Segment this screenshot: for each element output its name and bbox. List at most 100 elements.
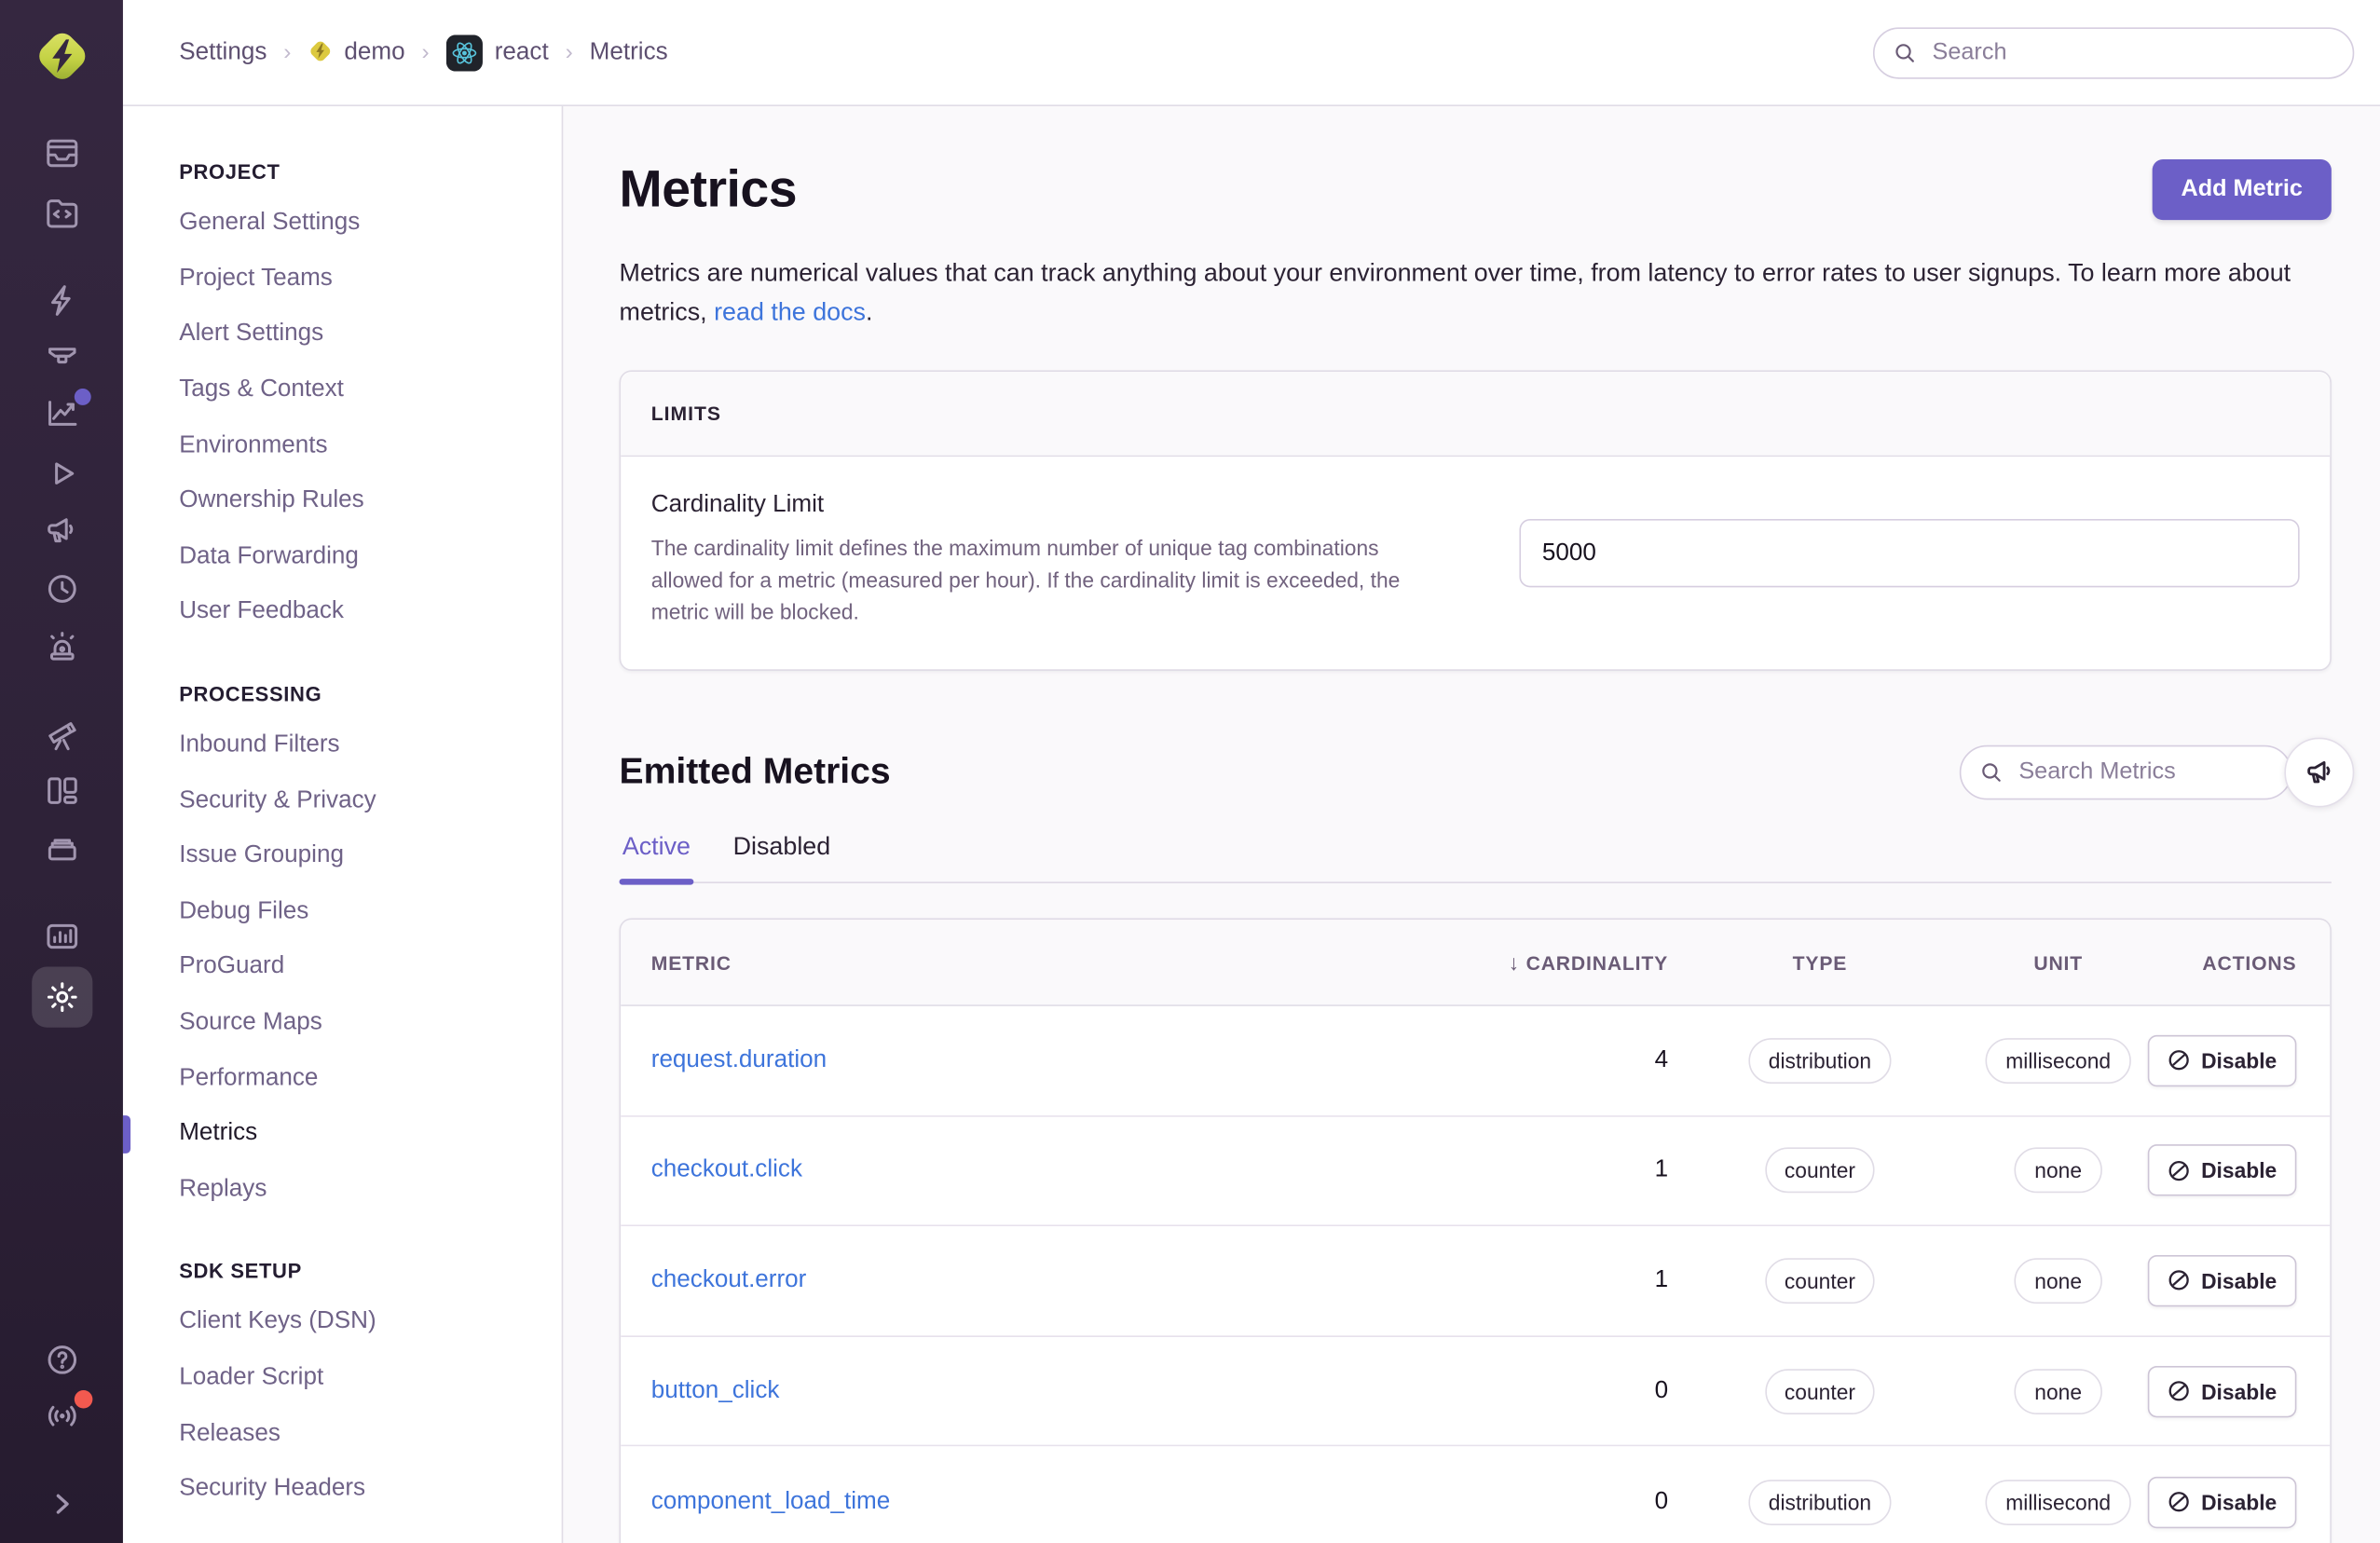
breadcrumb-org-label: demo — [344, 38, 405, 65]
settings-nav-item[interactable]: General Settings — [179, 196, 531, 252]
unit-badge: millisecond — [1986, 1479, 2131, 1525]
replays-play-icon[interactable] — [42, 454, 81, 493]
dashboards-icon[interactable] — [42, 771, 81, 810]
settings-nav-item[interactable]: Client Keys (DSN) — [179, 1295, 531, 1351]
breadcrumb-org[interactable]: demo — [308, 36, 405, 68]
breadcrumb-project[interactable]: react — [445, 34, 549, 71]
settings-nav-item[interactable]: Replays — [179, 1162, 531, 1218]
settings-nav-item[interactable]: Data Forwarding — [179, 529, 531, 585]
type-badge: counter — [1764, 1258, 1876, 1304]
settings-nav-item[interactable]: Loader Script — [179, 1350, 531, 1406]
metric-link[interactable]: checkout.click — [651, 1157, 802, 1183]
settings-nav-item[interactable]: Environments — [179, 418, 531, 474]
tab[interactable]: Disabled — [730, 833, 833, 881]
col-header-cardinality[interactable]: ↓ CARDINALITY — [1456, 950, 1668, 975]
settings-nav-item[interactable]: User Feedback — [179, 584, 531, 640]
breadcrumb: Settings › demo › react › Metrics — [179, 34, 668, 71]
disable-icon — [2168, 1271, 2190, 1291]
tab[interactable]: Active — [619, 833, 694, 885]
issues-icon[interactable] — [42, 133, 81, 172]
platform-diamond-icon — [308, 36, 332, 68]
metrics-search[interactable] — [1959, 744, 2292, 800]
metrics-search-input[interactable] — [2016, 757, 2273, 788]
disable-button[interactable]: Disable — [2148, 1034, 2297, 1086]
settings-nav-item[interactable]: Security Headers — [179, 1461, 531, 1517]
breadcrumb-project-label: react — [494, 38, 549, 65]
app-logo[interactable] — [28, 20, 95, 92]
cardinality-value: 1 — [1654, 1156, 1669, 1183]
settings-nav-item[interactable]: Security & Privacy — [179, 773, 531, 829]
cardinality-limit-help: The cardinality limit defines the maximu… — [650, 535, 1401, 624]
read-the-docs-link[interactable]: read the docs — [714, 298, 866, 325]
breadcrumb-settings[interactable]: Settings — [179, 39, 267, 66]
page-title: Metrics — [619, 159, 798, 218]
metrics-chart-icon[interactable] — [42, 388, 90, 432]
vitals-icon[interactable] — [42, 338, 81, 377]
col-header-cardinality-label: CARDINALITY — [1525, 951, 1669, 975]
topbar: Settings › demo › react › Metrics Search — [122, 0, 2380, 107]
cardinality-value: 1 — [1654, 1267, 1669, 1293]
settings-nav-item[interactable]: Tags & Context — [179, 362, 531, 418]
settings-nav-item[interactable]: Project Teams — [179, 252, 531, 307]
settings-nav-item[interactable]: Performance — [179, 1051, 531, 1107]
sort-desc-icon: ↓ — [1508, 949, 1521, 975]
disable-button[interactable]: Disable — [2148, 1476, 2297, 1528]
breadcrumb-current: Metrics — [589, 38, 668, 65]
settings-nav-item[interactable]: Source Maps — [179, 995, 531, 1051]
react-icon — [445, 34, 483, 71]
nav-section-title: SDK SETUP — [179, 1260, 302, 1283]
cardinality-limit-label: Cardinality Limit — [650, 491, 825, 518]
projects-icon[interactable] — [42, 193, 81, 232]
breadcrumb-separator: › — [421, 39, 430, 66]
main-content: Metrics Add Metric Metrics are numerical… — [619, 106, 2355, 1543]
icon-rail — [0, 0, 123, 1543]
feedback-megaphone-icon[interactable] — [42, 512, 81, 551]
disable-button[interactable]: Disable — [2148, 1255, 2297, 1307]
nav-section-title: PROJECT — [179, 160, 280, 184]
col-header-actions: ACTIONS — [2202, 950, 2297, 974]
settings-nav-item[interactable]: Releases — [179, 1406, 531, 1462]
nav-section-sdk-setup: SDK SETUP Client Keys (DSN) Loader Script… — [179, 1260, 531, 1517]
metric-link[interactable]: button_click — [651, 1377, 780, 1403]
settings-nav-item[interactable]: Ownership Rules — [179, 473, 531, 529]
disable-button-label: Disable — [2201, 1378, 2277, 1403]
discover-telescope-icon[interactable] — [42, 715, 81, 754]
page-description: Metrics are numerical values that can tr… — [620, 255, 2332, 333]
type-badge: counter — [1764, 1148, 1876, 1194]
settings-nav-item[interactable]: ProGuard — [179, 939, 531, 995]
settings-nav-item[interactable]: Debug Files — [179, 884, 531, 940]
add-metric-button[interactable]: Add Metric — [2152, 159, 2332, 221]
collapse-chevron-icon[interactable] — [42, 1484, 81, 1523]
releases-archive-icon[interactable] — [42, 830, 81, 869]
settings-nav-item[interactable]: Issue Grouping — [179, 828, 531, 884]
table-row: request.duration 4 distribution millisec… — [621, 1005, 2331, 1117]
disable-button-label: Disable — [2201, 1048, 2277, 1073]
metric-link[interactable]: checkout.error — [651, 1267, 807, 1293]
crons-clock-icon[interactable] — [42, 569, 81, 608]
app-window: Settings › demo › react › Metrics Search… — [0, 0, 2380, 1543]
settings-nav-item[interactable]: Alert Settings — [179, 307, 531, 362]
settings-gear-icon[interactable] — [31, 966, 92, 1028]
global-search[interactable] — [1872, 26, 2355, 78]
table-body: request.duration 4 distribution millisec… — [621, 1005, 2331, 1543]
feedback-button[interactable] — [2284, 737, 2355, 808]
emitted-metrics-tabs: Active Disabled — [619, 833, 2332, 885]
table-row: checkout.error 1 counter none Disable — [621, 1226, 2331, 1337]
alerts-siren-icon[interactable] — [42, 627, 81, 666]
stats-icon[interactable] — [42, 917, 81, 956]
settings-nav-item[interactable]: Inbound Filters — [179, 717, 531, 773]
cardinality-value: 0 — [1654, 1488, 1669, 1515]
metric-link[interactable]: request.duration — [651, 1047, 827, 1073]
broadcast-icon[interactable] — [42, 1389, 92, 1436]
performance-lightning-icon[interactable] — [42, 280, 81, 320]
settings-nav-item[interactable]: Metrics — [122, 1106, 531, 1162]
cardinality-limit-input[interactable] — [1519, 519, 2300, 588]
notification-dot-red — [73, 1389, 92, 1409]
metric-link[interactable]: component_load_time — [651, 1488, 890, 1514]
nav-section-title: PROCESSING — [179, 682, 322, 705]
global-search-input[interactable] — [1929, 36, 2335, 68]
disable-button[interactable]: Disable — [2148, 1144, 2297, 1197]
table-row: checkout.click 1 counter none Disable — [621, 1116, 2331, 1227]
disable-button[interactable]: Disable — [2148, 1365, 2297, 1417]
help-icon[interactable] — [42, 1340, 81, 1379]
